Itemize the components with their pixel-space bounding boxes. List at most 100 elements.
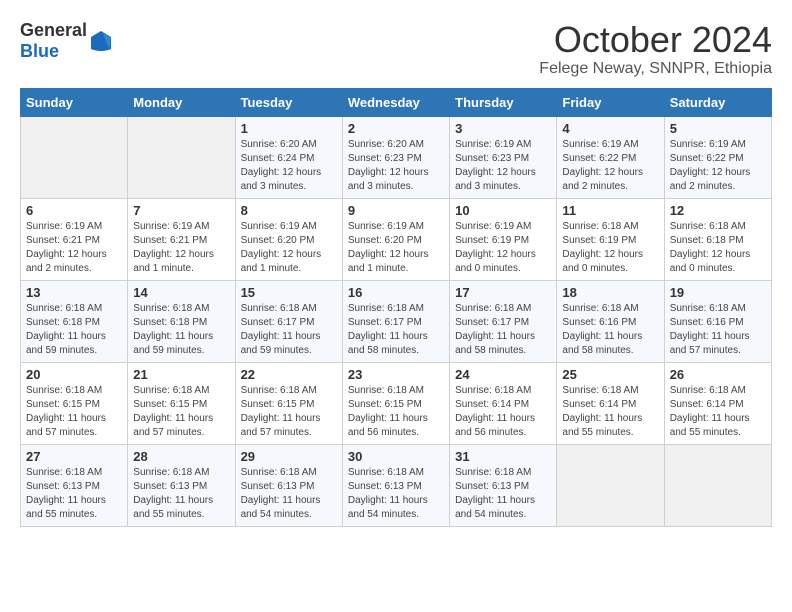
day-info: Sunrise: 6:18 AMSunset: 6:13 PMDaylight:… <box>26 467 106 520</box>
day-info: Sunrise: 6:18 AMSunset: 6:13 PMDaylight:… <box>348 467 428 520</box>
calendar-cell: 31 Sunrise: 6:18 AMSunset: 6:13 PMDayligh… <box>450 444 557 526</box>
day-info: Sunrise: 6:18 AMSunset: 6:17 PMDaylight:… <box>455 303 535 356</box>
calendar-cell: 4 Sunrise: 6:19 AMSunset: 6:22 PMDaylight… <box>557 116 664 198</box>
weekday-header-thursday: Thursday <box>450 88 557 116</box>
day-info: Sunrise: 6:18 AMSunset: 6:13 PMDaylight:… <box>133 467 213 520</box>
calendar-week-1: 1 Sunrise: 6:20 AMSunset: 6:24 PMDaylight… <box>21 116 772 198</box>
calendar-cell: 27 Sunrise: 6:18 AMSunset: 6:13 PMDayligh… <box>21 444 128 526</box>
calendar-cell: 9 Sunrise: 6:19 AMSunset: 6:20 PMDaylight… <box>342 198 449 280</box>
day-number: 24 <box>455 367 551 382</box>
calendar-cell <box>21 116 128 198</box>
calendar-cell: 13 Sunrise: 6:18 AMSunset: 6:18 PMDayligh… <box>21 280 128 362</box>
day-number: 19 <box>670 285 766 300</box>
calendar-cell: 7 Sunrise: 6:19 AMSunset: 6:21 PMDaylight… <box>128 198 235 280</box>
calendar-cell: 3Sunrise: 6:19 AMSunset: 6:23 PMDaylight… <box>450 116 557 198</box>
day-info: Sunrise: 6:18 AMSunset: 6:18 PMDaylight:… <box>26 303 106 356</box>
day-number: 29 <box>241 449 337 464</box>
calendar-cell <box>557 444 664 526</box>
day-info: Sunrise: 6:18 AMSunset: 6:19 PMDaylight:… <box>562 221 643 274</box>
day-number: 6 <box>26 203 122 218</box>
logo-icon <box>89 29 113 53</box>
calendar-cell: 30 Sunrise: 6:18 AMSunset: 6:13 PMDayligh… <box>342 444 449 526</box>
calendar-cell: 1 Sunrise: 6:20 AMSunset: 6:24 PMDaylight… <box>235 116 342 198</box>
calendar-table: SundayMondayTuesdayWednesdayThursdayFrid… <box>20 88 772 527</box>
weekday-header-sunday: Sunday <box>21 88 128 116</box>
day-number: 5 <box>670 121 766 136</box>
day-number: 12 <box>670 203 766 218</box>
weekday-header-monday: Monday <box>128 88 235 116</box>
calendar-cell: 24Sunrise: 6:18 AMSunset: 6:14 PMDayligh… <box>450 362 557 444</box>
calendar-cell: 26Sunrise: 6:18 AMSunset: 6:14 PMDayligh… <box>664 362 771 444</box>
day-info: Sunrise: 6:19 AMSunset: 6:21 PMDaylight:… <box>26 221 107 274</box>
calendar-cell: 21 Sunrise: 6:18 AMSunset: 6:15 PMDayligh… <box>128 362 235 444</box>
calendar-cell: 5 Sunrise: 6:19 AMSunset: 6:22 PMDaylight… <box>664 116 771 198</box>
day-number: 1 <box>241 121 337 136</box>
calendar-cell: 18 Sunrise: 6:18 AMSunset: 6:16 PMDayligh… <box>557 280 664 362</box>
day-number: 11 <box>562 203 658 218</box>
calendar-cell: 6 Sunrise: 6:19 AMSunset: 6:21 PMDaylight… <box>21 198 128 280</box>
day-number: 15 <box>241 285 337 300</box>
day-info: Sunrise: 6:18 AMSunset: 6:17 PMDaylight:… <box>348 303 428 356</box>
day-number: 14 <box>133 285 229 300</box>
calendar-cell: 28Sunrise: 6:18 AMSunset: 6:13 PMDayligh… <box>128 444 235 526</box>
day-number: 4 <box>562 121 658 136</box>
day-info: Sunrise: 6:18 AMSunset: 6:15 PMDaylight:… <box>133 385 213 438</box>
day-number: 18 <box>562 285 658 300</box>
day-info: Sunrise: 6:18 AMSunset: 6:14 PMDaylight:… <box>670 385 750 438</box>
day-number: 22 <box>241 367 337 382</box>
calendar-week-2: 6 Sunrise: 6:19 AMSunset: 6:21 PMDaylight… <box>21 198 772 280</box>
day-number: 20 <box>26 367 122 382</box>
day-info: Sunrise: 6:18 AMSunset: 6:14 PMDaylight:… <box>562 385 642 438</box>
day-number: 10 <box>455 203 551 218</box>
calendar-cell: 23Sunrise: 6:18 AMSunset: 6:15 PMDayligh… <box>342 362 449 444</box>
day-info: Sunrise: 6:18 AMSunset: 6:18 PMDaylight:… <box>133 303 213 356</box>
location-title: Felege Neway, SNNPR, Ethiopia <box>539 60 772 78</box>
day-info: Sunrise: 6:18 AMSunset: 6:18 PMDaylight:… <box>670 221 751 274</box>
calendar-cell: 10 Sunrise: 6:19 AMSunset: 6:19 PMDayligh… <box>450 198 557 280</box>
day-number: 13 <box>26 285 122 300</box>
calendar-cell: 14 Sunrise: 6:18 AMSunset: 6:18 PMDayligh… <box>128 280 235 362</box>
day-number: 25 <box>562 367 658 382</box>
calendar-cell: 12 Sunrise: 6:18 AMSunset: 6:18 PMDayligh… <box>664 198 771 280</box>
day-info: Sunrise: 6:18 AMSunset: 6:15 PMDaylight:… <box>26 385 106 438</box>
calendar-cell: 25 Sunrise: 6:18 AMSunset: 6:14 PMDayligh… <box>557 362 664 444</box>
month-title: October 2024 <box>539 20 772 60</box>
day-info: Sunrise: 6:18 AMSunset: 6:16 PMDaylight:… <box>562 303 642 356</box>
calendar-cell <box>664 444 771 526</box>
day-info: Sunrise: 6:18 AMSunset: 6:13 PMDaylight:… <box>455 467 535 520</box>
day-number: 7 <box>133 203 229 218</box>
logo-blue: Blue <box>20 41 59 61</box>
calendar-cell: 22 Sunrise: 6:18 AMSunset: 6:15 PMDayligh… <box>235 362 342 444</box>
weekday-header-saturday: Saturday <box>664 88 771 116</box>
day-info: Sunrise: 6:19 AMSunset: 6:21 PMDaylight:… <box>133 221 214 274</box>
day-info: Sunrise: 6:18 AMSunset: 6:15 PMDaylight:… <box>241 385 321 438</box>
day-info: Sunrise: 6:19 AMSunset: 6:20 PMDaylight:… <box>241 221 322 274</box>
day-number: 16 <box>348 285 444 300</box>
calendar-cell: 17Sunrise: 6:18 AMSunset: 6:17 PMDayligh… <box>450 280 557 362</box>
calendar-cell: 15Sunrise: 6:18 AMSunset: 6:17 PMDayligh… <box>235 280 342 362</box>
day-info: Sunrise: 6:18 AMSunset: 6:16 PMDaylight:… <box>670 303 750 356</box>
calendar-cell: 19 Sunrise: 6:18 AMSunset: 6:16 PMDayligh… <box>664 280 771 362</box>
day-info: Sunrise: 6:19 AMSunset: 6:23 PMDaylight:… <box>455 139 536 192</box>
calendar-cell: 2Sunrise: 6:20 AMSunset: 6:23 PMDaylight… <box>342 116 449 198</box>
calendar-week-4: 20 Sunrise: 6:18 AMSunset: 6:15 PMDayligh… <box>21 362 772 444</box>
weekday-header-wednesday: Wednesday <box>342 88 449 116</box>
calendar-week-5: 27 Sunrise: 6:18 AMSunset: 6:13 PMDayligh… <box>21 444 772 526</box>
calendar-cell: 11 Sunrise: 6:18 AMSunset: 6:19 PMDayligh… <box>557 198 664 280</box>
day-number: 27 <box>26 449 122 464</box>
day-number: 21 <box>133 367 229 382</box>
day-info: Sunrise: 6:20 AMSunset: 6:23 PMDaylight:… <box>348 139 429 192</box>
page-header: General Blue October 2024 Felege Neway, … <box>20 20 772 78</box>
day-info: Sunrise: 6:20 AMSunset: 6:24 PMDaylight:… <box>241 139 322 192</box>
day-info: Sunrise: 6:19 AMSunset: 6:19 PMDaylight:… <box>455 221 536 274</box>
calendar-cell: 29Sunrise: 6:18 AMSunset: 6:13 PMDayligh… <box>235 444 342 526</box>
calendar-cell <box>128 116 235 198</box>
day-info: Sunrise: 6:18 AMSunset: 6:15 PMDaylight:… <box>348 385 428 438</box>
day-info: Sunrise: 6:19 AMSunset: 6:22 PMDaylight:… <box>670 139 751 192</box>
calendar-cell: 8Sunrise: 6:19 AMSunset: 6:20 PMDaylight… <box>235 198 342 280</box>
day-number: 30 <box>348 449 444 464</box>
day-number: 31 <box>455 449 551 464</box>
day-info: Sunrise: 6:19 AMSunset: 6:20 PMDaylight:… <box>348 221 429 274</box>
day-number: 9 <box>348 203 444 218</box>
day-info: Sunrise: 6:19 AMSunset: 6:22 PMDaylight:… <box>562 139 643 192</box>
